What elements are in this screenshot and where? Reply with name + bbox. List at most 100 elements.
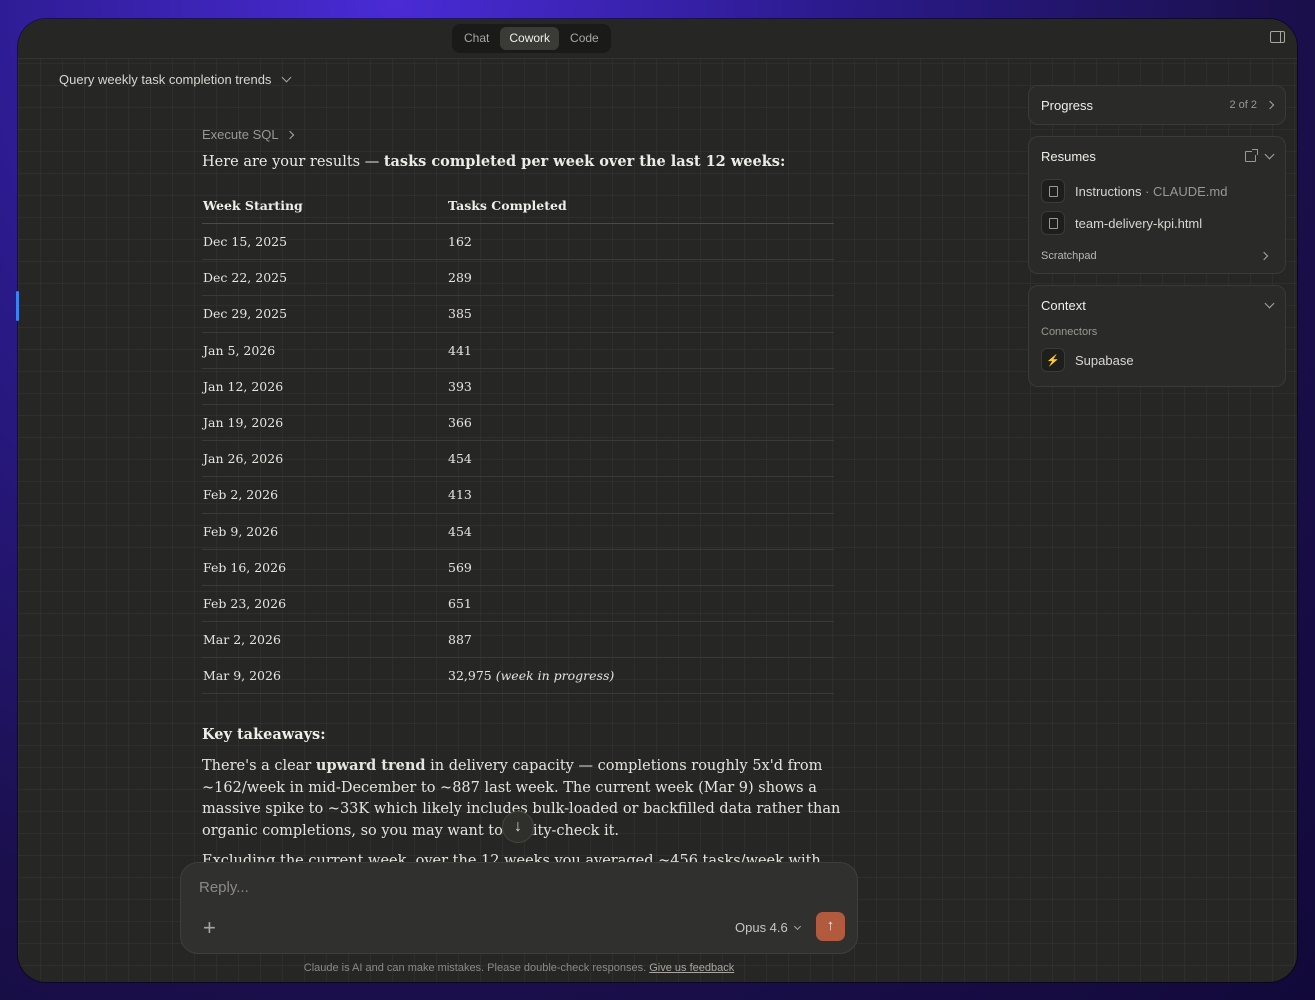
table-row: Feb 23, 2026 651 [202, 585, 834, 623]
external-link-icon[interactable] [1245, 148, 1258, 162]
chevron-right-icon [285, 130, 294, 139]
tool-call-label: Execute SQL [202, 127, 279, 142]
tasks-note: (week in progress) [495, 668, 615, 684]
tasks-value: 393 [448, 378, 472, 394]
file-label: Instructions · CLAUDE.md [1075, 184, 1227, 199]
tasks-value: 651 [448, 595, 472, 611]
tasks-value: 385 [448, 306, 472, 322]
cell-tasks: 393 [447, 368, 834, 405]
resumes-title: Resumes [1041, 148, 1096, 164]
scratchpad-label: Scratchpad [1041, 250, 1097, 262]
conversation-title: Query weekly task completion trends [59, 72, 272, 87]
html-file-icon [1041, 211, 1065, 235]
tasks-value: 454 [448, 523, 472, 539]
cell-tasks: 385 [447, 295, 834, 333]
chevron-down-icon [793, 922, 801, 930]
arrow-down-icon: ↓ [514, 818, 522, 835]
document-icon [1041, 179, 1065, 203]
cell-tasks: 366 [447, 404, 834, 442]
side-panel: Progress 2 of 2 Resumes Instructions · C… [1028, 85, 1286, 398]
cell-week: Feb 2, 2026 [202, 476, 447, 514]
connector-supabase[interactable]: ⚡ Supabase [1041, 344, 1273, 376]
connector-name: Supabase [1075, 352, 1134, 368]
model-name: Opus 4.6 [735, 920, 788, 935]
cell-week: Jan 19, 2026 [202, 404, 447, 442]
disclaimer-text: Claude is AI and can make mistakes. Plea… [303, 962, 647, 974]
table-row: Jan 12, 2026 393 [202, 368, 834, 405]
file-item-kpi-html[interactable]: team-delivery-kpi.html [1041, 207, 1273, 239]
table-row: Feb 2, 2026 413 [202, 476, 834, 514]
column-header-tasks: Tasks Completed [447, 189, 834, 224]
file-item-instructions[interactable]: Instructions · CLAUDE.md [1041, 175, 1273, 207]
cell-week: Mar 9, 2026 [202, 657, 447, 695]
disclaimer: Claude is AI and can make mistakes. Plea… [18, 962, 1020, 974]
file-sep: · [1141, 183, 1154, 199]
intro-bold: tasks completed per week over the last 1… [383, 153, 786, 170]
app-window: Chat Cowork Code Query weekly task compl… [18, 19, 1297, 982]
plus-icon: + [203, 915, 216, 940]
assistant-message: Execute SQL Here are your results — task… [202, 127, 842, 863]
file-name: team-delivery-kpi.html [1075, 215, 1203, 231]
progress-header[interactable]: Progress 2 of 2 [1041, 86, 1275, 124]
progress-count: 2 of 2 [1229, 99, 1257, 111]
cell-tasks: 454 [447, 440, 834, 478]
key-takeaways-heading: Key takeaways: [202, 726, 326, 744]
cell-week: Feb 23, 2026 [202, 585, 447, 623]
table-row: Feb 9, 2026 454 [202, 513, 834, 550]
cell-tasks: 413 [447, 476, 834, 514]
supabase-icon: ⚡ [1041, 348, 1065, 372]
tool-call-toggle[interactable]: Execute SQL [202, 127, 842, 142]
tab-chat[interactable]: Chat [455, 27, 498, 50]
table-row: Dec 22, 2025 289 [202, 259, 834, 297]
sidebar-toggle-icon[interactable] [1270, 31, 1285, 43]
cell-week: Dec 22, 2025 [202, 259, 447, 297]
resumes-card: Resumes Instructions · CLAUDE.md team-de… [1028, 136, 1286, 274]
active-indicator [16, 291, 19, 321]
tasks-value: 569 [448, 559, 472, 575]
table-body: Dec 15, 2025 162 Dec 22, 2025 289 Dec 29, 20… [202, 223, 834, 695]
tab-code[interactable]: Code [561, 27, 608, 50]
model-selector[interactable]: Opus 4.6 [735, 920, 801, 935]
cell-tasks: 651 [447, 585, 834, 623]
cell-tasks: 569 [447, 549, 834, 586]
chevron-right-icon [1259, 251, 1269, 261]
context-title: Context [1041, 297, 1086, 313]
intro-text: Here are your results — tasks completed … [202, 152, 842, 172]
resumes-header[interactable]: Resumes [1041, 137, 1275, 175]
progress-card[interactable]: Progress 2 of 2 [1028, 85, 1286, 125]
tab-cowork[interactable]: Cowork [500, 27, 560, 50]
cell-tasks: 32,975 (week in progress) [447, 657, 834, 695]
cell-week: Jan 12, 2026 [202, 368, 447, 405]
arrow-up-icon: ↑ [826, 917, 835, 934]
cell-week: Feb 9, 2026 [202, 513, 447, 550]
chevron-right-icon [1265, 100, 1275, 110]
cell-week: Jan 5, 2026 [202, 332, 447, 369]
scroll-to-bottom-button[interactable]: ↓ [502, 811, 534, 843]
table-row: Dec 15, 2025 162 [202, 223, 834, 261]
add-attachment-button[interactable]: + [203, 917, 216, 939]
cell-tasks: 162 [447, 223, 834, 261]
context-header[interactable]: Context [1041, 286, 1275, 324]
feedback-link[interactable]: Give us feedback [649, 962, 734, 974]
para-bold: upward trend [315, 757, 426, 775]
intro-plain: Here are your results — [202, 154, 384, 170]
tasks-value: 162 [448, 234, 472, 250]
cell-tasks: 887 [447, 621, 834, 659]
conversation-title-dropdown[interactable]: Query weekly task completion trends [59, 72, 292, 87]
cell-tasks: 441 [447, 332, 834, 369]
connectors-label: Connectors [1041, 326, 1098, 338]
table-header-row: Week Starting Tasks Completed [202, 189, 834, 224]
table-row: Mar 2, 2026 887 [202, 621, 834, 659]
para-text-a: There's a clear [202, 758, 316, 775]
table-row: Mar 9, 2026 32,975 (week in progress) [202, 657, 834, 695]
chevron-down-icon [1264, 298, 1275, 308]
chevron-down-icon [281, 72, 292, 83]
reply-input[interactable] [199, 879, 799, 896]
send-button[interactable]: ↑ [816, 912, 845, 941]
file-name: Instructions [1075, 183, 1142, 199]
chevron-down-icon[interactable] [1264, 149, 1275, 159]
table-row: Jan 5, 2026 441 [202, 332, 834, 369]
scratchpad-row[interactable]: Scratchpad [1041, 239, 1273, 273]
top-bar: Chat Cowork Code [18, 19, 1297, 59]
cell-week: Dec 15, 2025 [202, 223, 447, 261]
